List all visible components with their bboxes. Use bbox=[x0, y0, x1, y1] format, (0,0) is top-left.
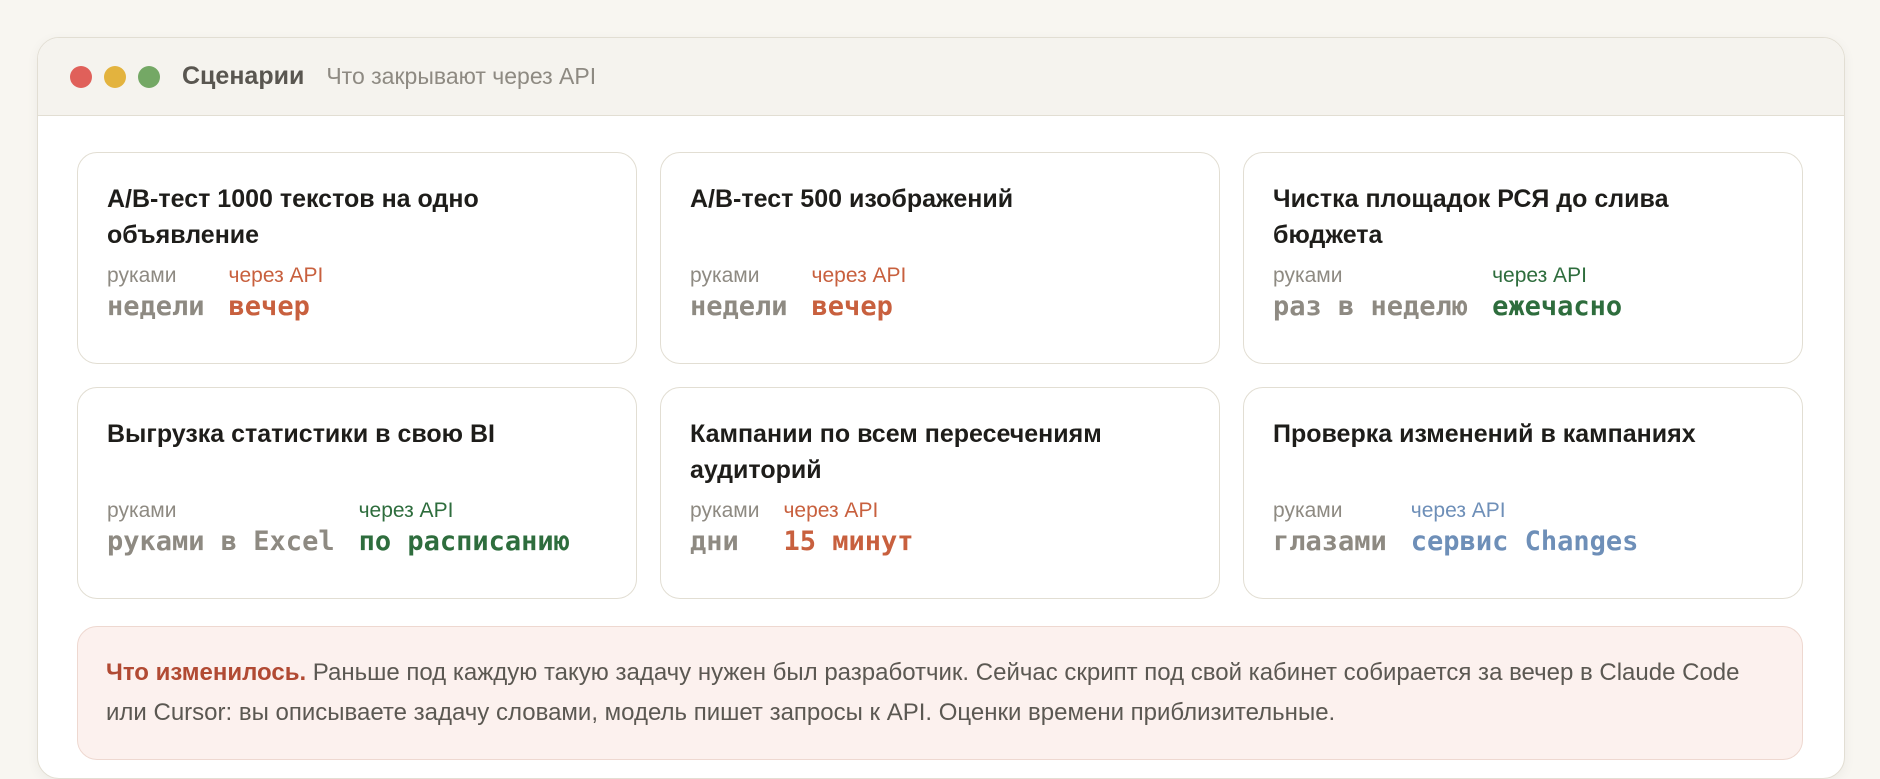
manual-metric: руками недели bbox=[107, 263, 205, 325]
manual-label: руками bbox=[107, 264, 177, 287]
api-metric: через API 15 минут bbox=[783, 498, 913, 560]
scenario-metrics: руками раз в неделю через API ежечасно bbox=[1273, 263, 1774, 325]
what-changed-note: Что изменилось. Раньше под каждую такую … bbox=[77, 626, 1803, 760]
manual-value: недели bbox=[107, 291, 205, 322]
scenarios-window: Сценарии Что закрывают через API A/B-тес… bbox=[37, 37, 1845, 779]
scenario-card: Выгрузка статистики в свою BI руками рук… bbox=[77, 387, 637, 599]
maximize-window-dot[interactable] bbox=[138, 65, 160, 88]
scenario-title: Чистка площадок РСЯ до слива бюджета bbox=[1273, 185, 1669, 249]
scenario-grid: A/B-тест 1000 текстов на одно объявление… bbox=[77, 152, 1803, 599]
api-metric: через API сервис Changes bbox=[1411, 498, 1639, 560]
manual-label: руками bbox=[1273, 264, 1343, 287]
api-label: через API bbox=[811, 264, 907, 287]
note-lead: Что изменилось. bbox=[106, 659, 307, 686]
api-metric: через API вечер bbox=[812, 263, 907, 325]
scenario-title: Выгрузка статистики в свою BI bbox=[107, 420, 495, 448]
api-metric: через API по расписанию bbox=[359, 498, 570, 560]
api-value: вечер bbox=[228, 291, 310, 322]
manual-label: руками bbox=[107, 499, 177, 522]
scenario-title: A/B-тест 500 изображений bbox=[690, 185, 1014, 213]
manual-label: руками bbox=[690, 499, 760, 522]
manual-value: недели bbox=[690, 291, 788, 322]
scenario-card: Проверка изменений в кампаниях руками гл… bbox=[1243, 387, 1803, 599]
scenario-metrics: руками недели через API вечер bbox=[107, 263, 608, 325]
manual-label: руками bbox=[690, 264, 760, 287]
manual-metric: руками дни bbox=[690, 498, 759, 560]
manual-value: руками в Excel bbox=[107, 526, 335, 557]
scenario-metrics: руками глазами через API сервис Changes bbox=[1273, 498, 1774, 560]
manual-metric: руками руками в Excel bbox=[107, 498, 335, 560]
api-value: по расписанию bbox=[358, 526, 570, 557]
api-label: через API bbox=[358, 499, 454, 522]
scenario-card: Кампании по всем пересечениям аудиторий … bbox=[660, 387, 1220, 599]
scenario-title: A/B-тест 1000 текстов на одно объявление bbox=[107, 185, 479, 249]
manual-metric: руками глазами bbox=[1273, 498, 1387, 560]
api-metric: через API ежечасно bbox=[1492, 263, 1622, 325]
manual-value: раз в неделю bbox=[1273, 291, 1469, 322]
manual-label: руками bbox=[1273, 499, 1343, 522]
api-value: вечер bbox=[811, 291, 893, 322]
minimize-window-dot[interactable] bbox=[104, 65, 126, 88]
scenario-card: Чистка площадок РСЯ до слива бюджета рук… bbox=[1243, 152, 1803, 364]
scenario-metrics: руками дни через API 15 минут bbox=[690, 498, 1191, 560]
scenario-metrics: руками руками в Excel через API по распи… bbox=[107, 498, 608, 560]
api-value: 15 минут bbox=[783, 526, 914, 557]
api-label: через API bbox=[1410, 499, 1506, 522]
manual-value: дни bbox=[690, 526, 739, 557]
scenario-title: Проверка изменений в кампаниях bbox=[1273, 420, 1696, 448]
window-subtitle: Что закрывают через API bbox=[326, 63, 597, 89]
api-metric: через API вечер bbox=[229, 263, 324, 325]
manual-value: глазами bbox=[1273, 526, 1387, 557]
scenario-metrics: руками недели через API вечер bbox=[690, 263, 1191, 325]
manual-metric: руками раз в неделю bbox=[1273, 263, 1468, 325]
scenario-card: A/B-тест 1000 текстов на одно объявление… bbox=[77, 152, 637, 364]
window-titlebar: Сценарии Что закрывают через API bbox=[38, 38, 1844, 116]
api-label: через API bbox=[228, 264, 324, 287]
api-value: сервис Changes bbox=[1410, 526, 1639, 557]
note-text: Раньше под каждую такую задачу нужен был… bbox=[106, 659, 1740, 726]
scenario-card: A/B-тест 500 изображений руками недели ч… bbox=[660, 152, 1220, 364]
api-label: через API bbox=[783, 499, 879, 522]
scenario-title: Кампании по всем пересечениям аудиторий bbox=[690, 420, 1102, 484]
api-label: через API bbox=[1492, 264, 1587, 287]
window-title: Сценарии bbox=[182, 62, 305, 90]
manual-metric: руками недели bbox=[690, 263, 788, 325]
api-value: ежечасно bbox=[1492, 291, 1623, 322]
close-window-dot[interactable] bbox=[70, 65, 92, 88]
